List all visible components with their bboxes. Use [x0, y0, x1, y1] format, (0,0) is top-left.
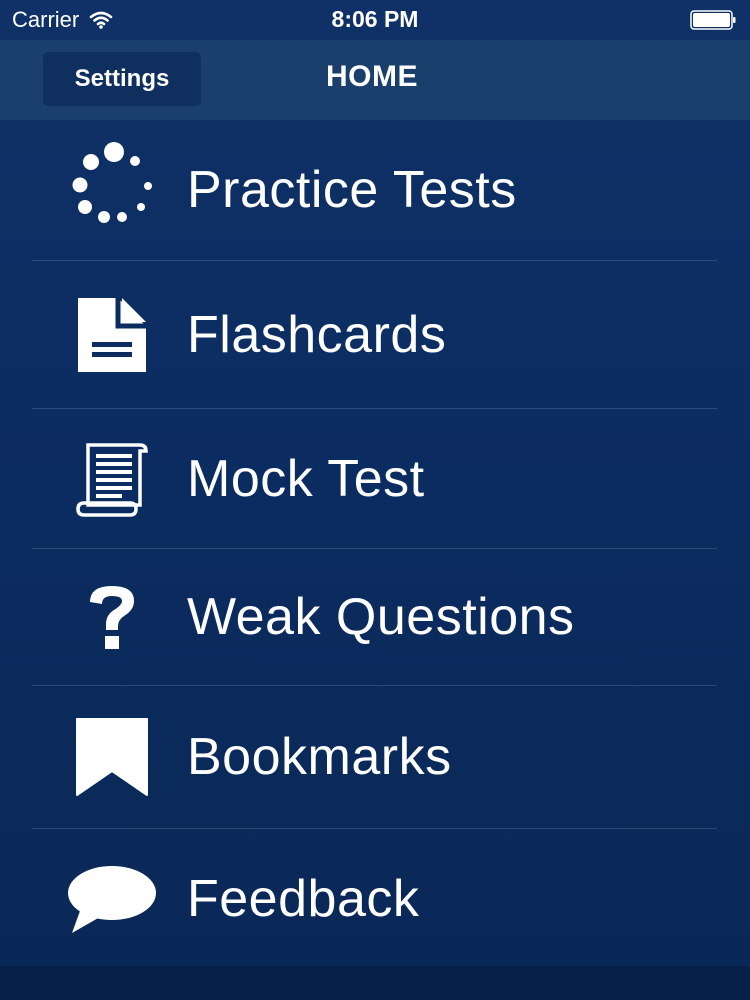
loading-dots-icon	[62, 120, 162, 260]
status-bar: Carrier 8:06 PM	[0, 0, 750, 40]
bookmark-icon	[62, 686, 162, 828]
menu-item-label: Feedback	[187, 870, 420, 928]
page-title: HOME	[326, 60, 418, 93]
menu-item-label: Mock Test	[187, 449, 425, 508]
speech-bubble-icon	[62, 829, 162, 969]
battery-icon	[690, 10, 736, 30]
menu-item-label: Practice Tests	[187, 161, 517, 219]
menu-item-feedback[interactable]: Feedback	[0, 829, 750, 969]
bottom-bar	[0, 966, 750, 1000]
menu-item-label: Bookmarks	[187, 728, 452, 786]
document-icon	[62, 261, 162, 408]
navigation-bar: Settings HOME	[0, 40, 750, 120]
menu-item-mock-test[interactable]: Mock Test	[0, 409, 750, 548]
menu-item-label: Flashcards	[187, 305, 447, 364]
menu-item-bookmarks[interactable]: Bookmarks	[0, 686, 750, 828]
menu-item-weak-questions[interactable]: Weak Questions	[0, 549, 750, 685]
home-screen: Carrier 8:06 PM Settings HOME Practice T…	[0, 0, 750, 1000]
menu-item-flashcards[interactable]: Flashcards	[0, 261, 750, 408]
scroll-icon	[62, 409, 162, 548]
question-mark-icon	[62, 549, 162, 685]
settings-button[interactable]: Settings	[43, 52, 201, 106]
status-time: 8:06 PM	[331, 6, 419, 32]
menu-item-practice-tests[interactable]: Practice Tests	[0, 120, 750, 260]
menu-item-label: Weak Questions	[187, 588, 575, 646]
